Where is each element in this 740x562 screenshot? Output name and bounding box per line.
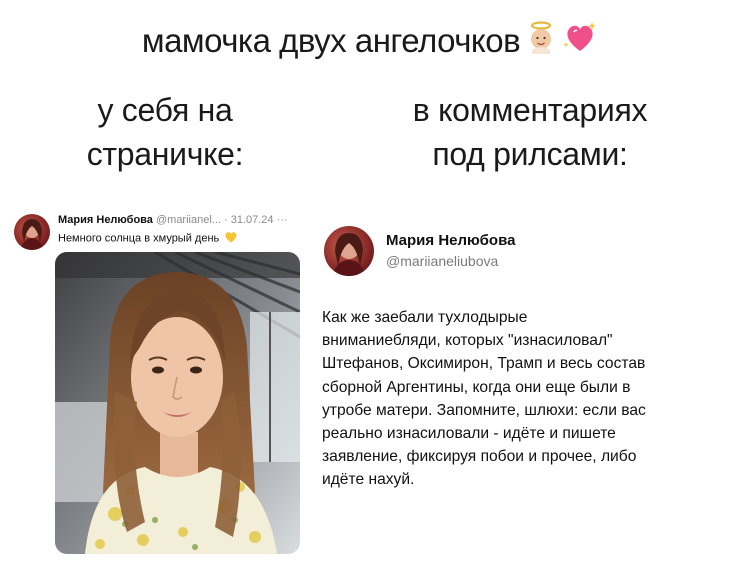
right-heading-line-1: в комментариях [412,92,648,128]
right-post-text-line: утробе матери. Запомните, шлюхи: если ва… [322,401,646,419]
right-post-text-line: идёте нахуй. [322,471,415,489]
left-heading-line-1: у себя на [97,92,233,128]
right-post-text-line: Штефанов, Оксимирон, Трамп и весь состав [322,355,646,373]
left-post-text-content: Немного солнца в хмурый день [58,232,220,245]
right-post-text: Как же заебали тухлодырые вниманиебляди,… [322,306,736,492]
meme-title: мамочка двух ангелочков [0,20,740,62]
left-post-handle-date: @mariianel... · 31.07.24 [155,214,274,226]
left-column-heading: у себя на страничке: [40,88,290,176]
left-post-author-name[interactable]: Мария Нелюбова [58,214,153,226]
left-heading-line-2: страничке: [86,136,244,172]
left-post-avatar[interactable] [14,214,50,250]
right-post-avatar[interactable] [324,226,374,276]
right-column-heading: в комментариях под рилсами: [380,88,680,176]
left-post-header: Мария Нелюбова @mariianel... · 31.07.24 … [58,214,288,226]
right-post-text-line: Как же заебали тухлодырые [322,309,528,326]
right-post-handle[interactable]: @mariianeliubova [386,253,498,269]
more-options-icon[interactable]: ··· [277,214,288,226]
meme-title-text: мамочка двух ангелочков [141,22,521,59]
angel-baby-emoji-icon [524,20,558,62]
right-post-text-line: реально изнасиловали - идёте и пишете [322,425,616,443]
right-post-text-line: сборной Аргентины, когда они еще были в [322,378,631,396]
yellow-heart-icon [224,231,238,246]
right-post-author-name[interactable]: Мария Нелюбова [386,232,515,249]
left-post-text: Немного солнца в хмурый день [58,231,238,246]
right-heading-line-2: под рилсами: [432,136,628,172]
left-post-photo[interactable] [55,252,300,554]
right-post-text-line: заявление, фиксируя побои и прочее, либо [322,448,637,466]
sparkling-heart-emoji-icon [562,20,598,62]
right-post-text-line: вниманиебляди, которых "изнасиловал" [322,332,613,350]
